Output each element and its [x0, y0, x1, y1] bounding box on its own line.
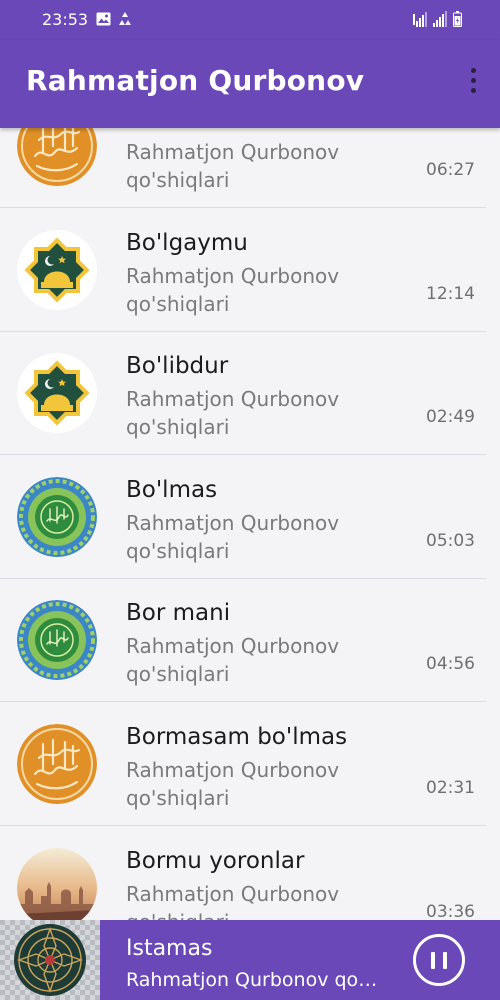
app-bar: Rahmatjon Qurbonov: [0, 40, 500, 128]
song-artwork: [17, 229, 97, 310]
song-list-item[interactable]: Bo'libdur Rahmatjon Qurbonov qo'shiqlari 0…: [0, 332, 500, 456]
song-artist: Rahmatjon Qurbonov qo'shiqlari: [126, 634, 340, 687]
song-title: Bormu yoronlar: [126, 847, 305, 874]
song-artwork: [17, 353, 97, 434]
song-title: Bo'lgaymu: [126, 229, 248, 256]
song-duration: 02:49: [426, 407, 475, 428]
song-artist: Rahmatjon Qurbonov qo'shiqlari: [126, 758, 340, 810]
song-list-item[interactable]: Bo'lmas Rahmatjon Qurbonov qo'shiqlari 05:…: [0, 456, 500, 579]
song-duration: 04:56: [426, 654, 475, 675]
song-duration: 06:27: [426, 160, 475, 180]
song-duration: 12:14: [426, 283, 475, 304]
song-duration: 03:36: [426, 901, 475, 922]
song-duration: 05:03: [426, 530, 475, 551]
player-artwork: [0, 920, 100, 1000]
song-artwork: [17, 847, 97, 928]
song-duration: 02:31: [426, 778, 475, 798]
song-list-item[interactable]: Bormasam bo'lmas Rahmatjon Qurbonov qo'sh…: [0, 703, 500, 826]
song-artwork: [17, 476, 97, 557]
song-artist: Rahmatjon Qurbonov qo'shiqlari: [126, 140, 340, 192]
more-vert-icon[interactable]: [466, 68, 480, 98]
song-list-item[interactable]: Bor mani Rahmatjon Qurbonov qo'shiqlari 04…: [0, 579, 500, 703]
song-artist: Rahmatjon Qurbonov qo'shiqlari: [126, 510, 340, 563]
app-title: Rahmatjon Qurbonov: [26, 64, 365, 97]
song-artwork: [17, 724, 97, 804]
song-list-item[interactable]: Bo'lgaymu Rahmatjon Qurbonov qo'shiqlari 1…: [0, 209, 500, 332]
song-artist: Rahmatjon Qurbonov qo'shiqlari: [126, 263, 340, 316]
player-title: Istamas: [126, 936, 213, 961]
now-playing-bar[interactable]: Istamas Rahmatjon Qurbonov qo'shiqlari: [0, 920, 500, 1000]
player-artist: Rahmatjon Qurbonov qo'shiqlari: [126, 969, 382, 991]
song-artwork: [17, 600, 97, 681]
song-artist: Rahmatjon Qurbonov qo'shiqlari: [126, 387, 340, 440]
song-title: Bo'libdur: [126, 353, 229, 380]
song-list[interactable]: Bismillahir rohmanirRahmatjon Qurbonov q…: [0, 0, 500, 1000]
song-title: Bor mani: [126, 600, 231, 627]
song-title: Bo'lmas: [126, 476, 218, 503]
song-title: Bormasam bo'lmas: [126, 724, 348, 750]
pause-icon[interactable]: [413, 934, 465, 986]
